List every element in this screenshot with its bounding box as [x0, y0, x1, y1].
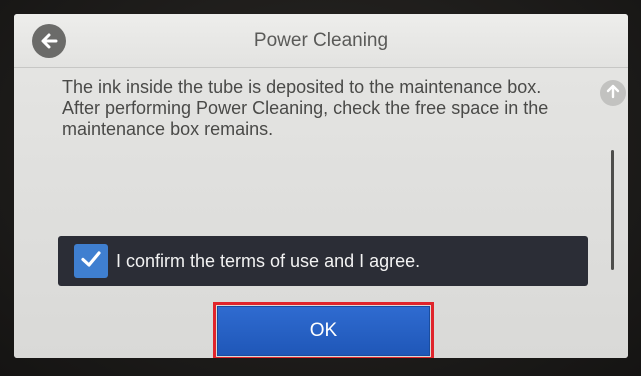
printer-screen: Power Cleaning The ink inside the tube i… [14, 14, 628, 358]
message-line-1: The ink inside the tube is deposited to … [62, 77, 542, 97]
scroll-up-button[interactable] [600, 80, 626, 106]
arrow-up-icon [605, 83, 621, 104]
confirm-label: I confirm the terms of use and I agree. [116, 250, 421, 271]
page-title: Power Cleaning [253, 30, 389, 51]
content-area: The ink inside the tube is deposited to … [14, 68, 628, 358]
message-line-2: After performing Power Cleaning, check t… [62, 98, 549, 139]
header-bar: Power Cleaning [14, 14, 628, 68]
scrollbar[interactable] [611, 150, 614, 270]
message-text: The ink inside the tube is deposited to … [62, 77, 582, 140]
confirm-terms-row[interactable]: I confirm the terms of use and I agree. [58, 236, 588, 286]
confirm-checkbox[interactable] [74, 244, 108, 278]
ok-button[interactable]: OK [217, 306, 430, 356]
checkmark-icon [79, 247, 103, 276]
